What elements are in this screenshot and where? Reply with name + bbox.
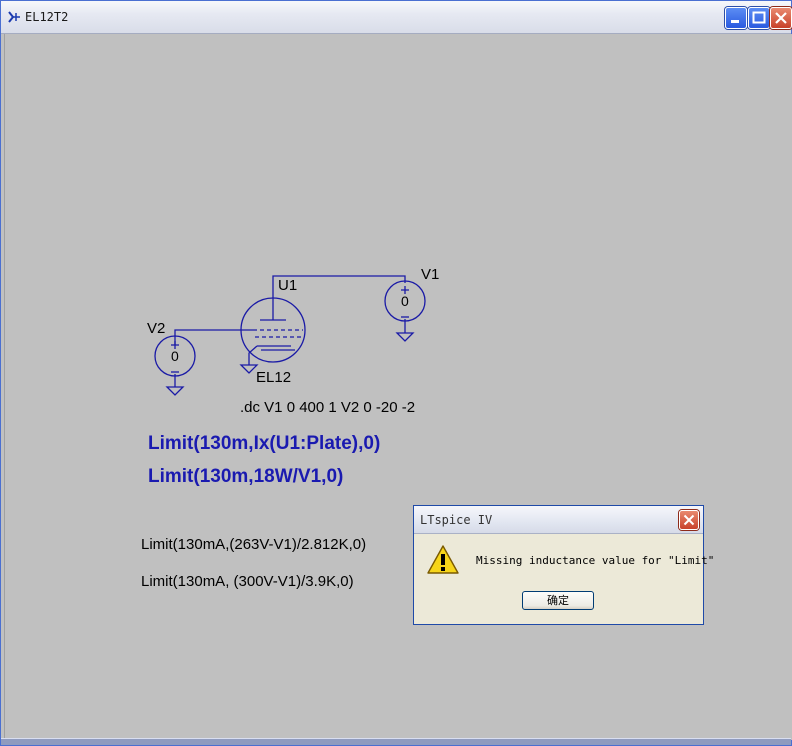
dialog-title: LTspice IV: [420, 513, 493, 527]
tube-model-label: EL12: [256, 369, 292, 386]
tube-plate: [260, 300, 286, 321]
error-dialog: LTspice IV Missing inductance value for …: [413, 505, 714, 625]
ltspice-app-icon[interactable]: [6, 9, 22, 25]
schematic-canvas[interactable]: U1 EL12 V1 0 V2 0 .dc V1 0 400 1 V2 0 -2…: [4, 34, 792, 740]
v1-value-label: 0: [401, 293, 409, 309]
close-icon: [683, 514, 695, 526]
expression-bold-1[interactable]: Limit(130m,Ix(U1:Plate),0): [148, 433, 380, 455]
title-bar[interactable]: EL12T2: [1, 1, 792, 34]
minimize-button[interactable]: [725, 7, 747, 29]
expression-bold-2[interactable]: Limit(130m,18W/V1,0): [148, 466, 343, 488]
dialog-message: Missing inductance value for "Limit": [476, 554, 715, 567]
window-title: EL12T2: [25, 10, 69, 24]
close-icon: [775, 12, 787, 24]
minimize-icon: [731, 20, 739, 23]
dialog-title-bar[interactable]: LTspice IV: [414, 506, 703, 534]
schematic-drawing: [154, 275, 426, 396]
ok-button[interactable]: 确定: [522, 591, 594, 610]
tube-ref-label: U1: [278, 277, 298, 294]
v2-ref-label: V2: [147, 320, 166, 337]
expression-plain-1[interactable]: Limit(130mA,(263V-V1)/2.812K,0): [141, 536, 366, 553]
warning-icon: [427, 545, 459, 574]
maximize-icon: [752, 11, 766, 24]
expression-plain-2[interactable]: Limit(130mA, (300V-V1)/3.9K,0): [141, 573, 354, 590]
maximize-button[interactable]: [748, 7, 770, 29]
window-bottom-border: [1, 738, 791, 745]
v2-value-label: 0: [171, 348, 179, 364]
dialog-close-button[interactable]: [679, 510, 699, 530]
v1-ref-label: V1: [421, 266, 440, 283]
close-button[interactable]: [770, 7, 792, 29]
dc-directive[interactable]: .dc V1 0 400 1 V2 0 -20 -2: [240, 399, 415, 416]
main-window: EL12T2 U1 EL12 V1 0 V2 0 .dc V1 0 400 1 …: [0, 0, 792, 746]
